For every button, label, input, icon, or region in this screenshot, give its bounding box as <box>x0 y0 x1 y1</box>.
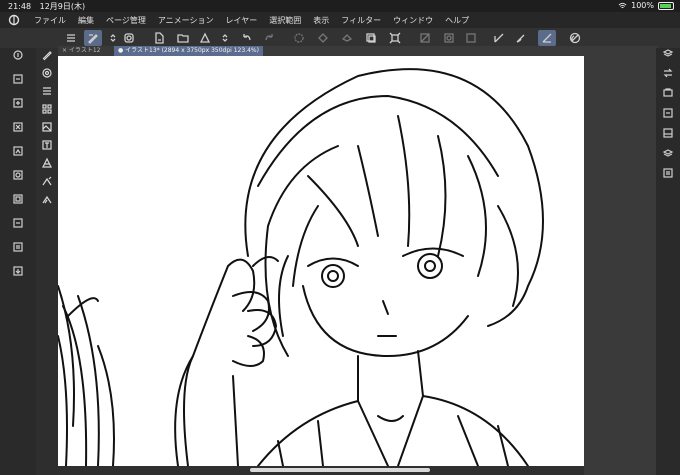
line-art-illustration <box>58 68 544 466</box>
fill-icon[interactable] <box>314 30 332 46</box>
undo-icon[interactable] <box>238 30 256 46</box>
layer-copy-icon[interactable] <box>12 70 24 84</box>
tab-illust-13[interactable]: ● イラスト13* (2894 x 3750px 350dpi 123.4%) <box>114 46 263 56</box>
battery-icon <box>658 1 674 10</box>
frame-icon[interactable] <box>12 190 24 204</box>
menu-icon[interactable] <box>62 30 80 46</box>
layer-icon[interactable] <box>12 94 24 108</box>
blend-tool-icon[interactable] <box>41 190 53 204</box>
drawing-canvas[interactable] <box>58 56 584 466</box>
history-icon[interactable] <box>662 164 674 178</box>
stepper-icon[interactable] <box>216 30 234 46</box>
settings-icon[interactable] <box>566 30 584 46</box>
layer-icon[interactable] <box>386 30 404 46</box>
toolbar <box>0 28 680 48</box>
brush-tool-icon[interactable] <box>84 30 102 46</box>
new-file-icon[interactable] <box>150 30 168 46</box>
wifi-icon <box>618 2 627 8</box>
move-layer-icon[interactable] <box>362 30 380 46</box>
clear-icon[interactable] <box>290 30 308 46</box>
battery-percent: 100% <box>631 1 654 10</box>
print-icon[interactable] <box>12 238 24 252</box>
eraser-tool-icon[interactable] <box>41 172 53 186</box>
right-command-bar <box>656 48 680 475</box>
redo-icon[interactable] <box>260 30 278 46</box>
save-icon[interactable] <box>196 30 214 46</box>
status-time: 21:48 <box>8 2 32 11</box>
list-tool-icon[interactable] <box>41 82 53 95</box>
menu-animation[interactable]: アニメーション <box>158 15 214 26</box>
selection-icon[interactable] <box>416 30 434 46</box>
property-icon[interactable] <box>662 124 674 138</box>
brush-size-icon[interactable] <box>120 30 138 46</box>
text-tool-icon[interactable] <box>41 136 53 150</box>
right-panel-area <box>584 56 660 475</box>
status-date: 12月9日(木) <box>39 2 86 11</box>
ruler-icon[interactable] <box>462 30 480 46</box>
menu-window[interactable]: ウィンドウ <box>393 15 433 26</box>
tab-bar: × イラスト12 ● イラスト13* (2894 x 3750px 350dpi… <box>58 46 672 56</box>
tool-column <box>36 48 58 475</box>
menu-view[interactable]: 表示 <box>313 15 329 26</box>
folder-icon[interactable] <box>12 214 24 228</box>
menu-edit[interactable]: 編集 <box>78 15 94 26</box>
menu-file[interactable]: ファイル <box>34 15 66 26</box>
transform-icon[interactable] <box>338 30 356 46</box>
home-icon[interactable] <box>12 46 24 60</box>
line-icon[interactable] <box>490 30 508 46</box>
fill-tool-icon[interactable] <box>41 154 53 168</box>
grid-tool-icon[interactable] <box>41 100 53 114</box>
tab-illust-12[interactable]: × イラスト12 <box>58 46 104 56</box>
status-bar: 21:48 12月9日(木) 100% <box>0 0 680 12</box>
brush-stroke-icon[interactable] <box>538 30 556 46</box>
reference-icon[interactable] <box>12 142 24 156</box>
menu-selection[interactable]: 選択範囲 <box>269 15 301 26</box>
transfer-icon[interactable] <box>662 64 674 78</box>
stack-icon[interactable] <box>662 144 674 157</box>
left-command-bar <box>0 48 36 475</box>
open-folder-icon[interactable] <box>174 30 192 46</box>
pen-icon[interactable] <box>512 30 530 46</box>
material-icon[interactable] <box>662 104 674 118</box>
menu-filter[interactable]: フィルター <box>341 15 381 26</box>
menu-page[interactable]: ページ管理 <box>106 15 146 26</box>
menu-layer[interactable]: レイヤー <box>226 15 258 26</box>
app-logo-icon[interactable] <box>8 14 20 26</box>
navigator-icon[interactable] <box>662 84 674 97</box>
home-indicator[interactable] <box>250 468 430 472</box>
delete-icon[interactable] <box>12 118 24 132</box>
mask-icon[interactable] <box>12 166 24 180</box>
menu-bar: ファイル 編集 ページ管理 アニメーション レイヤー 選択範囲 表示 フィルター… <box>0 12 680 28</box>
mask-icon[interactable] <box>440 30 458 46</box>
export-icon[interactable] <box>12 262 24 276</box>
image-tool-icon[interactable] <box>41 118 53 132</box>
circle-tool-icon[interactable] <box>41 64 53 78</box>
layers-icon[interactable] <box>662 44 674 57</box>
menu-help[interactable]: ヘルプ <box>445 15 469 26</box>
pen-tool-icon[interactable] <box>41 46 53 61</box>
